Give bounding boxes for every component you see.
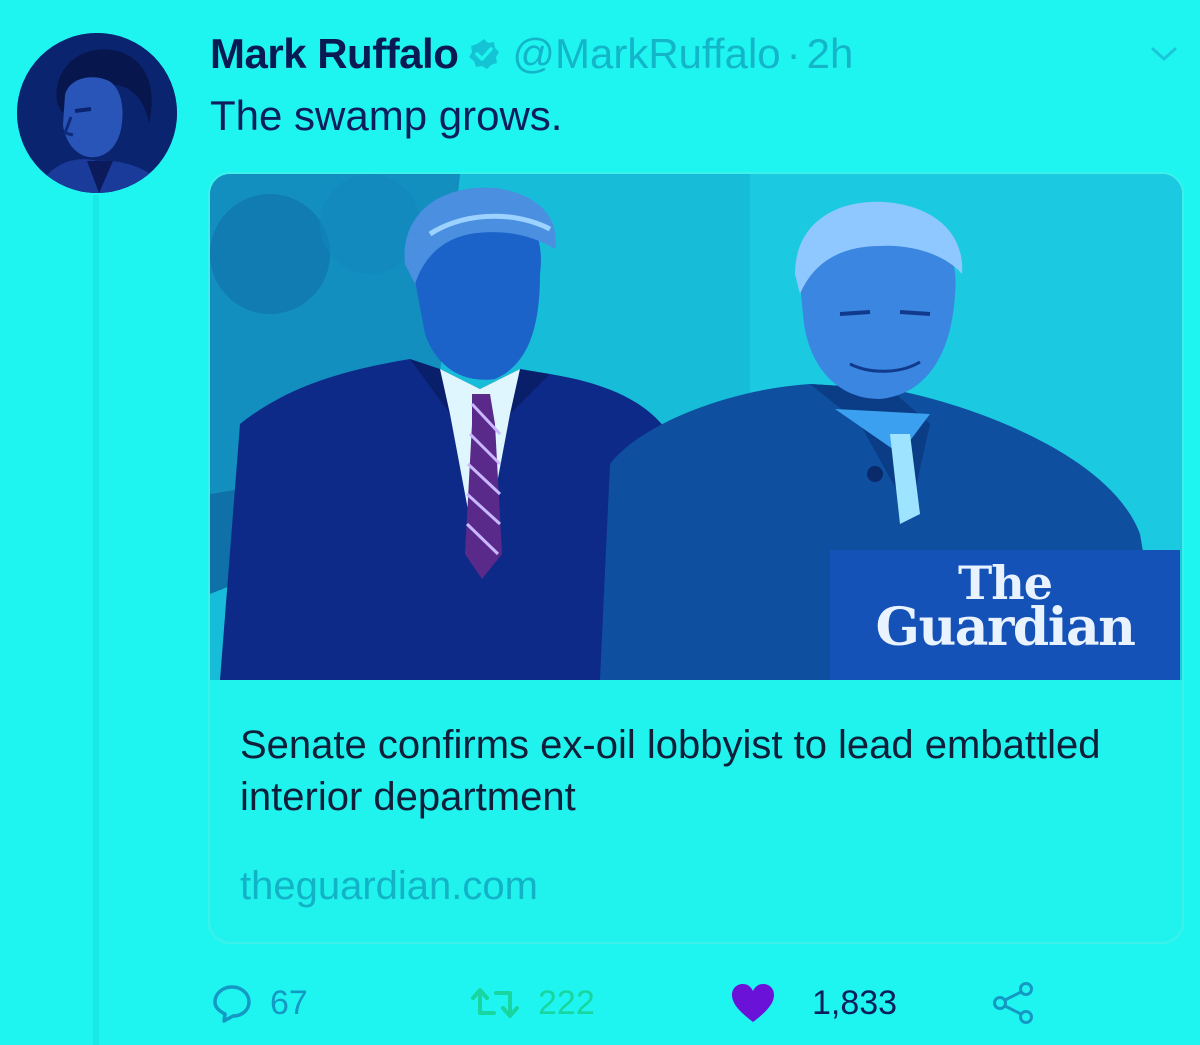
heart-icon [732, 984, 774, 1022]
card-title[interactable]: Senate confirms ex-oil lobbyist to lead … [240, 719, 1160, 823]
like-button[interactable]: 1,833 [730, 975, 897, 1031]
header-separator: · [786, 30, 801, 77]
retweet-count: 222 [538, 983, 595, 1022]
guardian-logo: The Guardian [830, 550, 1180, 680]
share-icon [993, 982, 1033, 1024]
tweet-actions: 67 222 1,833 [212, 975, 1192, 1031]
verified-badge-icon [468, 38, 500, 70]
avatar[interactable] [17, 33, 177, 193]
guardian-logo-line2: Guardian [875, 597, 1136, 658]
retweet-icon [471, 988, 519, 1018]
reply-bubble-icon [213, 985, 251, 1023]
card-domain[interactable]: theguardian.com [240, 864, 538, 909]
article-photo: The Guardian [210, 174, 1182, 680]
tweet-header: Mark Ruffalo @MarkRuffalo · 2h [210, 28, 853, 80]
tweet-text: The swamp grows. [210, 92, 563, 139]
link-preview-card[interactable]: The Guardian Senate confirms ex-oil lobb… [208, 172, 1184, 944]
tweet-timestamp[interactable]: 2h [807, 30, 854, 78]
like-count: 1,833 [812, 983, 898, 1022]
share-button[interactable] [992, 975, 1036, 1031]
avatar-photo [17, 33, 177, 193]
reply-button[interactable]: 67 [212, 975, 308, 1031]
retweet-button[interactable]: 222 [470, 975, 595, 1031]
reply-count: 67 [270, 983, 308, 1022]
author-handle[interactable]: @MarkRuffalo [512, 30, 780, 78]
thread-line [93, 195, 99, 1045]
chevron-down-icon[interactable] [1150, 44, 1178, 64]
author-name[interactable]: Mark Ruffalo [210, 30, 459, 78]
